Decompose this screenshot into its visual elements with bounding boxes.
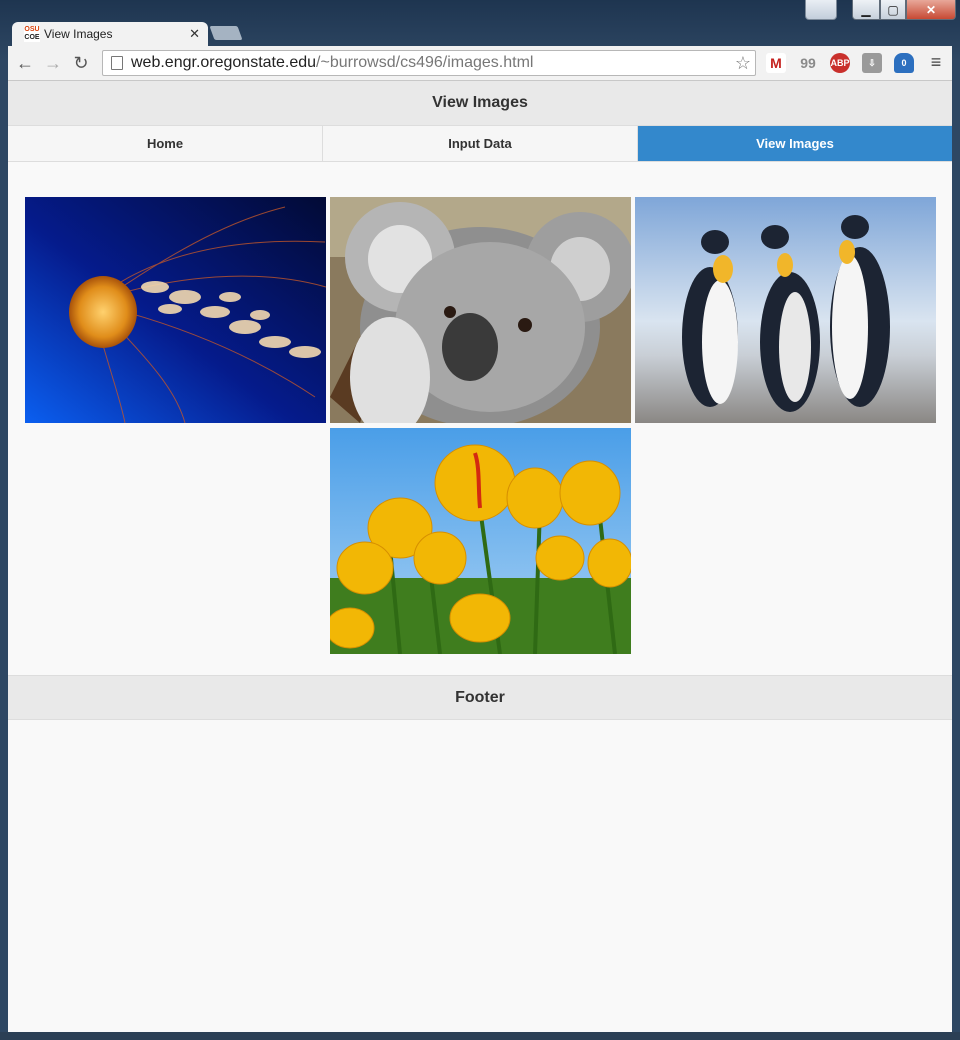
favicon-text-bottom: COE — [24, 34, 40, 41]
quote-extension-icon[interactable]: 99 — [798, 53, 818, 73]
favicon-text-top: OSU — [24, 26, 40, 33]
window-bottom-border — [0, 1032, 960, 1040]
tab-title: View Images — [44, 27, 113, 41]
window-restore-tab-icon[interactable] — [805, 0, 837, 20]
back-arrow-icon[interactable]: ← — [14, 52, 36, 74]
jellyfish-image — [25, 197, 326, 423]
nav-input-data[interactable]: Input Data — [323, 126, 638, 161]
page-viewport: View Images Home Input Data View Images — [8, 81, 952, 1032]
forward-arrow-icon[interactable]: → — [42, 52, 64, 74]
adblock-extension-icon[interactable]: ABP — [830, 53, 850, 73]
tulips-image — [330, 428, 631, 654]
window-controls: ▁ ▢ ✕ — [852, 0, 956, 20]
browser-window: ▁ ▢ ✕ OSU COE View Images ✕ ← → ↻ web.en… — [0, 0, 960, 1040]
bookmark-star-icon[interactable]: ☆ — [735, 53, 751, 74]
header-title: View Images — [432, 94, 528, 111]
page-header: View Images — [8, 81, 952, 126]
maximize-button[interactable]: ▢ — [880, 0, 906, 20]
url-path: /~burrowsd/cs496/images.html — [316, 54, 534, 71]
nav-view-images[interactable]: View Images — [638, 126, 952, 161]
new-tab-button[interactable] — [209, 26, 243, 40]
penguins-image — [635, 197, 936, 423]
footer-title: Footer — [455, 688, 505, 706]
gmail-extension-icon[interactable]: M — [766, 53, 786, 73]
download-extension-icon[interactable]: ⇩ — [862, 53, 882, 73]
nav-bar: Home Input Data View Images — [8, 126, 952, 162]
menu-icon[interactable]: ≡ — [926, 52, 946, 72]
nav-home[interactable]: Home — [8, 126, 323, 161]
koala-image — [330, 197, 631, 423]
tab-close-icon[interactable]: ✕ — [189, 26, 200, 42]
url-host: web.engr.oregonstate.edu — [131, 54, 317, 71]
page-icon — [111, 56, 123, 70]
minimize-button[interactable]: ▁ — [852, 0, 880, 20]
image-gallery — [8, 197, 952, 657]
address-bar[interactable]: web.engr.oregonstate.edu /~burrowsd/cs49… — [102, 50, 756, 76]
reload-icon[interactable]: ↻ — [70, 52, 92, 74]
ghostery-extension-icon[interactable]: 0 — [894, 53, 914, 73]
close-window-button[interactable]: ✕ — [906, 0, 956, 20]
browser-toolbar: ← → ↻ web.engr.oregonstate.edu /~burrows… — [8, 46, 952, 81]
osu-favicon-icon: OSU COE — [24, 26, 40, 42]
browser-tab[interactable]: OSU COE View Images ✕ — [12, 22, 208, 46]
page-footer: Footer — [8, 675, 952, 720]
